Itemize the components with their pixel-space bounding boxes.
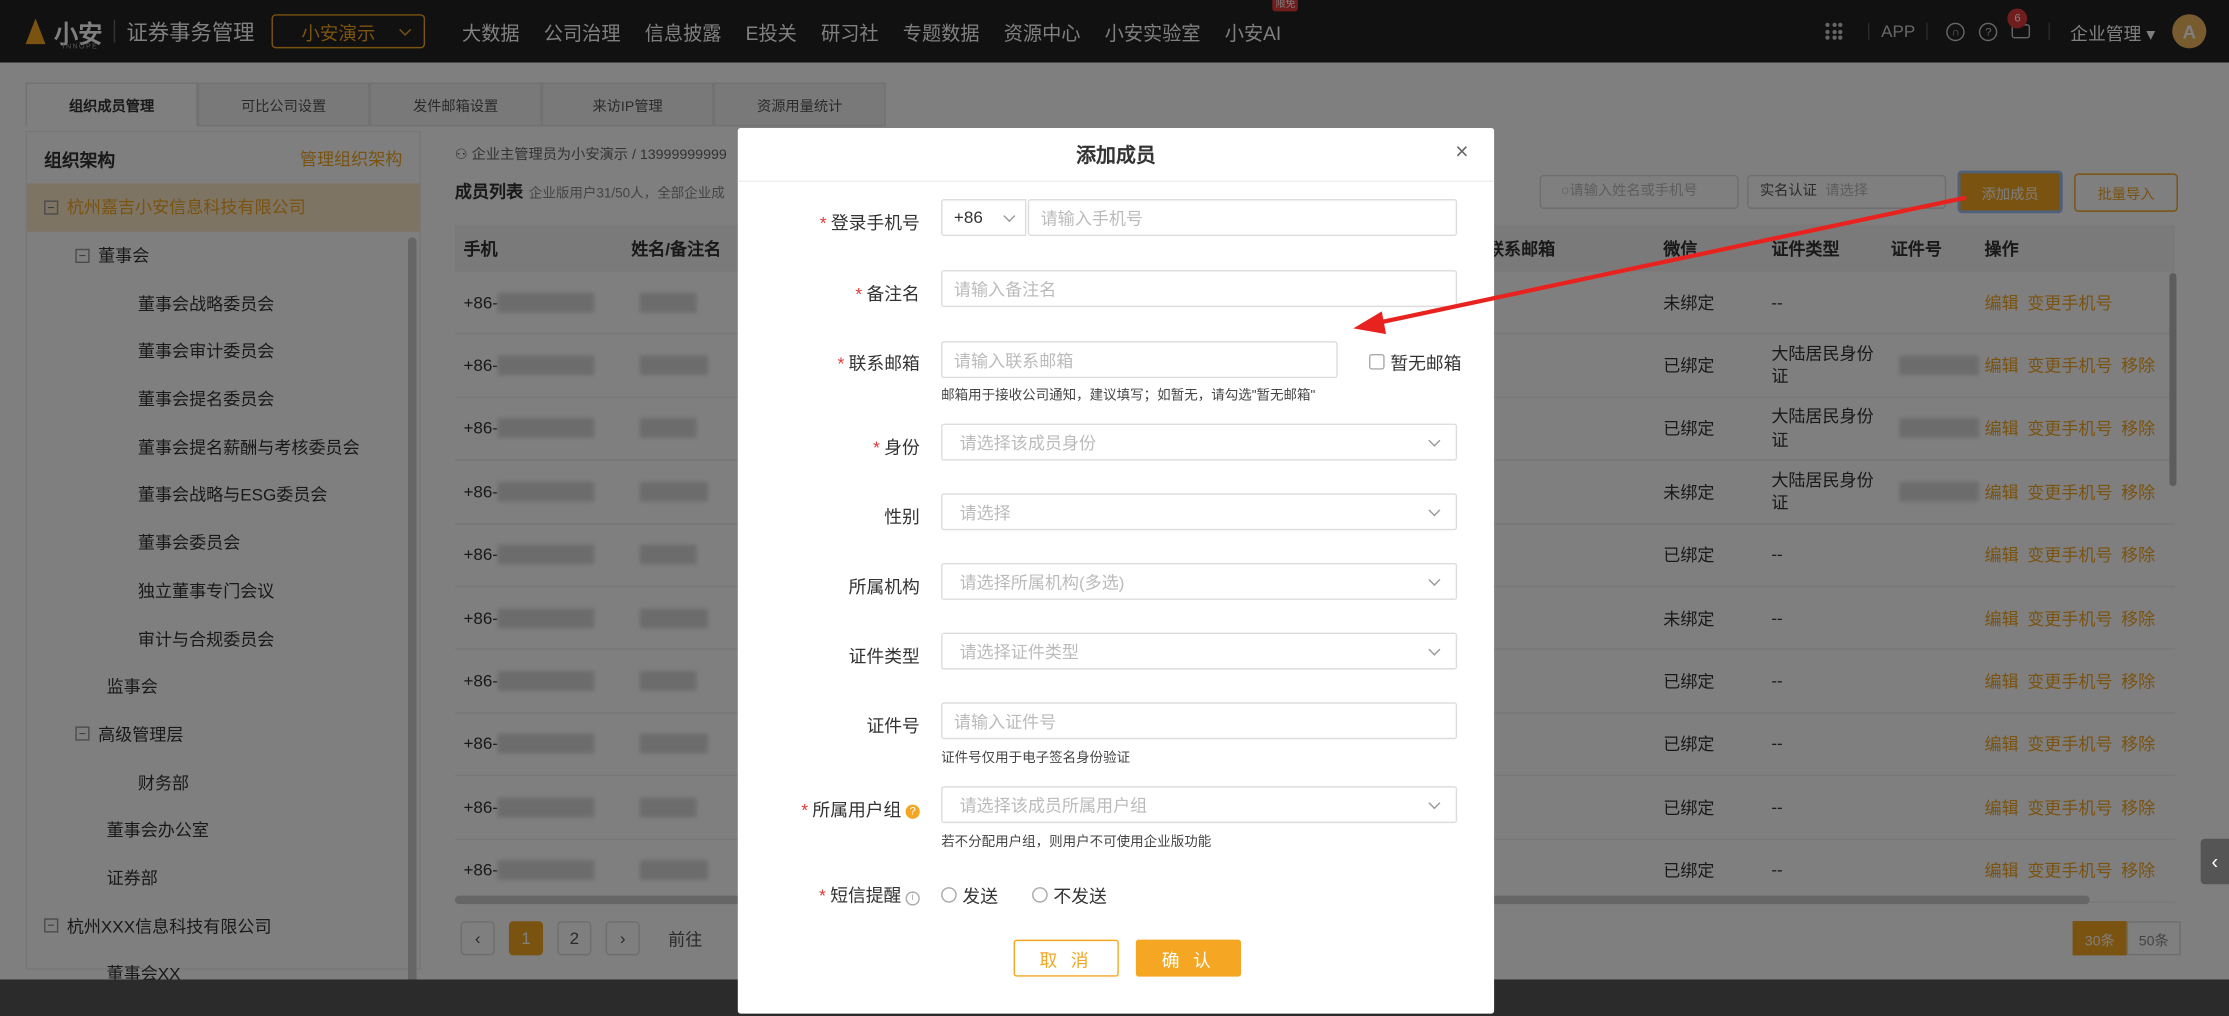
id-number-label: 证件号 xyxy=(866,716,920,737)
id-type-label: 证件类型 xyxy=(848,646,920,667)
email-placeholder: 请输入联系邮箱 xyxy=(953,350,1074,371)
sms-send-label: 发送 xyxy=(962,887,998,907)
gender-placeholder: 请选择 xyxy=(959,502,1011,523)
user-group-label: * 所属用户组? xyxy=(738,795,920,822)
id-number-hint: 证件号仅用于电子签名身份验证 xyxy=(941,750,1131,767)
close-icon[interactable]: × xyxy=(1455,141,1468,167)
cancel-button[interactable]: 取 消 xyxy=(1013,939,1119,977)
no-email-label: 暂无邮箱 xyxy=(1390,353,1462,374)
remark-placeholder: 请输入备注名 xyxy=(953,279,1057,300)
sms-send-radio[interactable]: 发送 xyxy=(941,881,998,908)
user-group-hint: 若不分配用户组，则用户不可使用企业版功能 xyxy=(941,834,1212,851)
id-type-placeholder: 请选择证件类型 xyxy=(959,641,1080,662)
email-label: * 联系邮箱 xyxy=(837,353,920,374)
email-input[interactable]: 请输入联系邮箱 xyxy=(941,341,1338,379)
phone-placeholder: 请输入手机号 xyxy=(1040,208,1143,229)
chevron-down-icon xyxy=(1428,796,1441,809)
country-code-select[interactable]: +86 xyxy=(941,199,1027,236)
id-type-select[interactable]: 请选择证件类型 xyxy=(941,632,1458,670)
remark-input[interactable]: 请输入备注名 xyxy=(941,270,1458,308)
chevron-down-icon xyxy=(1003,209,1016,222)
radio-icon xyxy=(941,887,957,903)
chevron-down-icon xyxy=(1428,573,1441,586)
identity-placeholder: 请选择该成员身份 xyxy=(959,432,1097,453)
chevron-left-icon: ‹ xyxy=(2211,850,2219,873)
org-placeholder: 请选择所属机构(多选) xyxy=(959,572,1125,593)
dialog-title: 添加成员 xyxy=(1076,142,1156,166)
info-icon[interactable]: i xyxy=(905,891,920,906)
org-label: 所属机构 xyxy=(848,577,920,598)
help-icon[interactable]: ? xyxy=(905,804,920,819)
dialog-header: 添加成员 × xyxy=(737,128,1495,182)
confirm-button[interactable]: 确 认 xyxy=(1135,939,1242,977)
identity-select[interactable]: 请选择该成员身份 xyxy=(941,423,1458,461)
user-group-select[interactable]: 请选择该成员所属用户组 xyxy=(941,786,1458,824)
user-group-placeholder: 请选择该成员所属用户组 xyxy=(959,795,1148,816)
checkbox-icon xyxy=(1369,353,1385,370)
email-hint: 邮箱用于接收公司通知，建议填写；如暂无，请勾选"暂无邮箱" xyxy=(941,388,1316,404)
identity-label: * 身份 xyxy=(873,437,920,458)
radio-icon xyxy=(1032,887,1048,903)
sms-nosend-radio[interactable]: 不发送 xyxy=(1032,881,1107,908)
country-code-value: +86 xyxy=(953,207,983,228)
side-collapse-tab[interactable]: ‹ xyxy=(2200,838,2229,885)
add-member-dialog: 添加成员 × * 登录手机号 +86 请输入手机号 * 备注名 请输入备注名 * 联系… xyxy=(737,127,1495,1014)
gender-select[interactable]: 请选择 xyxy=(941,493,1458,531)
id-number-input[interactable]: 请输入证件号 xyxy=(941,702,1458,740)
no-email-checkbox[interactable]: 暂无邮箱 xyxy=(1369,348,1461,375)
gender-label: 性别 xyxy=(884,507,920,528)
id-number-placeholder: 请输入证件号 xyxy=(953,711,1057,732)
sms-nosend-label: 不发送 xyxy=(1053,887,1107,907)
sms-label: * 短信提醒 i xyxy=(738,880,920,907)
phone-input[interactable]: 请输入手机号 xyxy=(1027,199,1458,236)
chevron-down-icon xyxy=(1428,642,1441,655)
remark-label: * 备注名 xyxy=(855,284,920,305)
phone-label: * 登录手机号 xyxy=(819,213,920,234)
chevron-down-icon xyxy=(1428,503,1441,516)
chevron-down-icon xyxy=(1428,433,1441,447)
org-select[interactable]: 请选择所属机构(多选) xyxy=(941,562,1458,600)
